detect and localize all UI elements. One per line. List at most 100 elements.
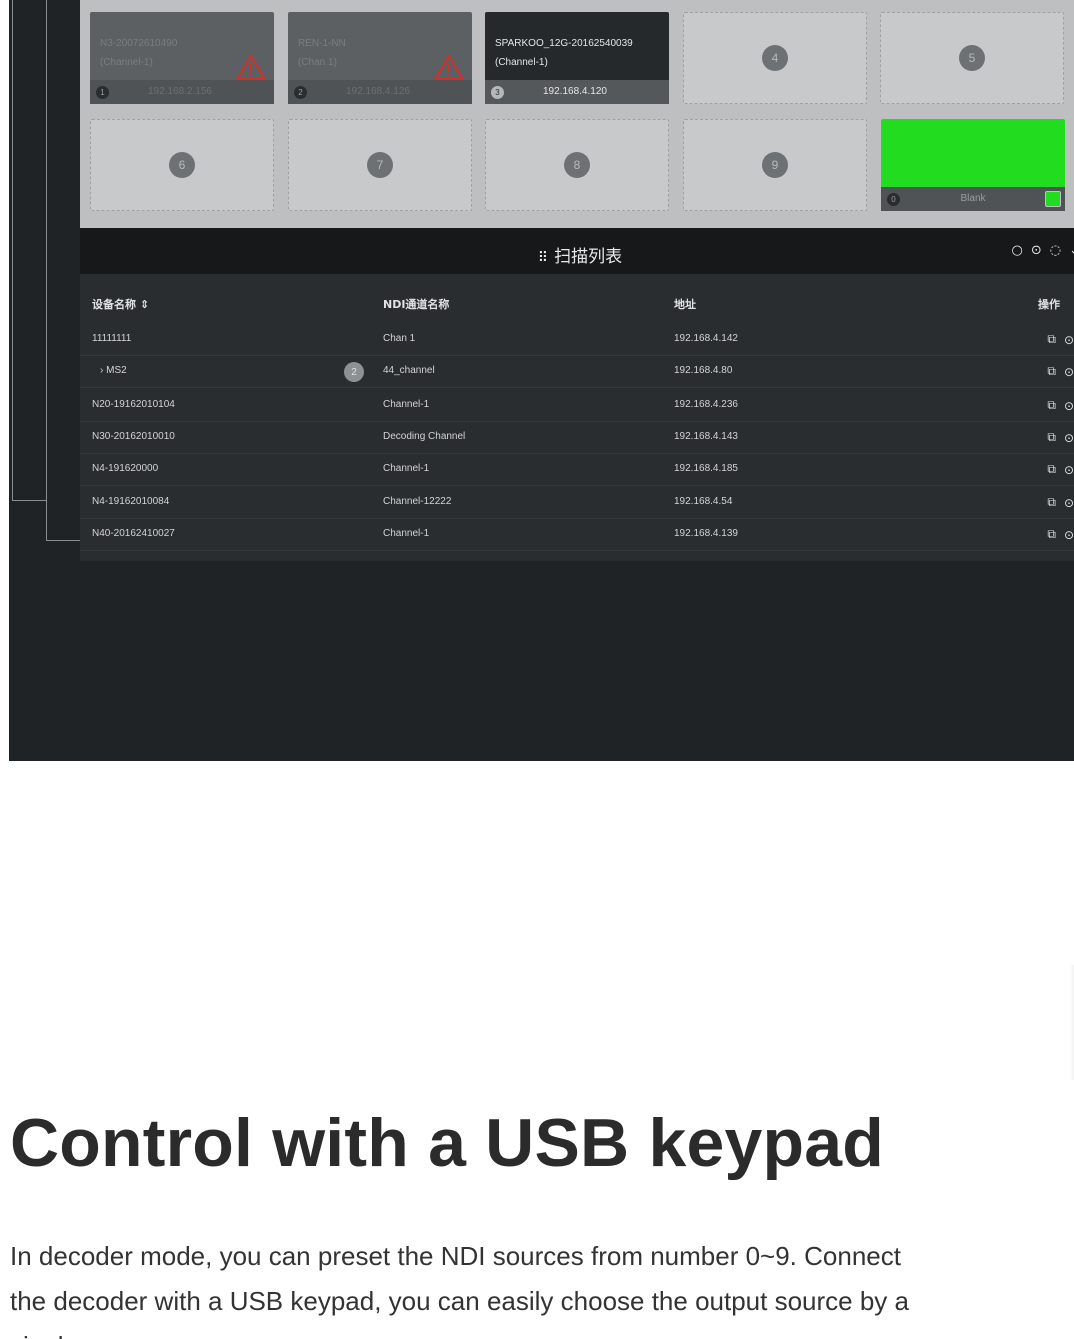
preset-tile-empty[interactable]: 9 <box>683 119 867 211</box>
target-icon[interactable]: ⊙ <box>1064 399 1074 413</box>
address: 192.168.4.185 <box>674 463 738 474</box>
scan-list-title-text: 扫描列表 <box>554 247 623 267</box>
count-badge: 2 <box>344 362 364 382</box>
address: 192.168.4.143 <box>674 431 738 442</box>
slot-badge: 2 <box>294 86 307 99</box>
preset-tile-empty[interactable]: 7 <box>288 119 472 211</box>
preset-grid: N3-20072610490 (Channel-1) 1 192.168.2.1… <box>80 0 1074 228</box>
link-icon[interactable]: ⧉ <box>1047 495 1056 510</box>
preset-tile-empty[interactable]: 8 <box>485 119 669 211</box>
search-icon[interactable]: ○ <box>1012 243 1023 258</box>
warning-icon <box>434 54 464 79</box>
target-icon[interactable]: ⊙ <box>1064 333 1074 347</box>
table-row[interactable]: 11111111 Chan 1 192.168.4.142 ⧉ ⊙ <box>80 324 1074 356</box>
source-name: N3-20072610490 <box>100 38 178 49</box>
slot-number: 5 <box>959 45 985 71</box>
ndi-channel: Decoding Channel <box>383 431 466 442</box>
ndi-channel: Channel-1 <box>383 399 430 410</box>
preset-tile-empty[interactable]: 6 <box>90 119 274 211</box>
list-icon: ⠿ <box>537 250 549 266</box>
tile-footer: 3 192.168.4.120 <box>485 80 669 104</box>
device-name: N4-191620000 <box>92 463 159 474</box>
section-heading: Control with a USB keypad <box>10 1105 884 1181</box>
address: 192.168.4.139 <box>674 528 738 539</box>
scan-list-header: ⠿ 扫描列表 ○ ⊙ ◌ ⌄ <box>80 228 1074 274</box>
scan-list-panel: ⠿ 扫描列表 ○ ⊙ ◌ ⌄ 设备名称 ⇕ NDI通道名称 地址 操作 11111… <box>80 228 1074 561</box>
source-ip: 192.168.2.156 <box>148 86 212 97</box>
table-row[interactable]: › MS2 2 44_channel 192.168.4.80 ⧉ ⊙ <box>80 356 1074 388</box>
tree-line <box>12 0 13 500</box>
source-name: SPARKOO_12G-20162540039 <box>495 38 633 49</box>
tile-footer: 2 192.168.4.126 <box>288 80 472 104</box>
refresh-icon[interactable]: ◌ <box>1050 243 1061 258</box>
device-name: N4-19162010084 <box>92 496 170 507</box>
target-icon[interactable]: ⊙ <box>1064 528 1074 542</box>
target-icon[interactable]: ⊙ <box>1064 496 1074 510</box>
slot-number: 7 <box>367 152 393 178</box>
slot-badge: 1 <box>96 86 109 99</box>
address: 192.168.4.80 <box>674 365 733 376</box>
device-name[interactable]: › MS2 <box>100 365 127 376</box>
ndi-channel: Chan 1 <box>383 333 416 344</box>
device-name: N20-19162010104 <box>92 399 175 410</box>
link-icon[interactable]: ⧉ <box>1047 398 1056 413</box>
source-ip: 192.168.4.120 <box>543 86 607 97</box>
source-name: REN-1-NN <box>298 38 346 49</box>
col-address: 地址 <box>674 298 696 311</box>
source-channel: (Chan 1) <box>298 57 337 68</box>
col-device-name[interactable]: 设备名称 ⇕ <box>92 296 149 312</box>
chevron-down-icon[interactable]: ⌄ <box>1069 243 1074 258</box>
source-channel: (Channel-1) <box>495 57 548 68</box>
ndi-channel: Channel-1 <box>383 463 430 474</box>
table-row[interactable]: N40-20162410027 Channel-1 192.168.4.139 … <box>80 519 1074 551</box>
table-row[interactable]: N30-20162010010 Decoding Channel 192.168… <box>80 422 1074 454</box>
slot-number: 9 <box>762 152 788 178</box>
link-icon[interactable]: ⧉ <box>1047 332 1056 347</box>
tile-footer: 1 192.168.2.156 <box>90 80 274 104</box>
preset-tile-empty[interactable]: 5 <box>880 12 1064 104</box>
col-ndi-channel: NDI通道名称 <box>383 298 450 311</box>
warning-icon <box>236 54 266 79</box>
tree-line <box>46 0 47 540</box>
table-row[interactable]: N20-19162010104 Channel-1 192.168.4.236 … <box>80 390 1074 422</box>
table-row[interactable]: N4-19162010084 Channel-12222 192.168.4.5… <box>80 487 1074 519</box>
tile-footer: 0 Blank <box>881 187 1065 211</box>
ndi-channel: 44_channel <box>383 365 435 376</box>
table-row[interactable]: N4-191620000 Channel-1 192.168.4.185 ⧉ ⊙ <box>80 454 1074 486</box>
preset-tile-3[interactable]: SPARKOO_12G-20162540039 (Channel-1) 3 19… <box>485 12 669 104</box>
edge-shadow <box>1070 965 1074 1080</box>
target-icon[interactable]: ⊙ <box>1064 431 1074 445</box>
device-name: N30-20162010010 <box>92 431 175 442</box>
target-icon[interactable]: ⊙ <box>1064 365 1074 379</box>
ndi-channel: Channel-1 <box>383 528 430 539</box>
address: 192.168.4.54 <box>674 496 733 507</box>
header-tools: ○ ⊙ ◌ ⌄ <box>1012 243 1074 258</box>
preset-tile-blank[interactable]: 0 Blank <box>881 119 1065 211</box>
col-operations: 操作 <box>1038 298 1060 311</box>
slot-number: 8 <box>564 152 590 178</box>
tree-line <box>46 540 80 541</box>
link-icon[interactable]: ⧉ <box>1047 527 1056 542</box>
preset-tile-1[interactable]: N3-20072610490 (Channel-1) 1 192.168.2.1… <box>90 12 274 104</box>
blank-label: Blank <box>960 193 986 204</box>
link-icon[interactable]: ⧉ <box>1047 430 1056 445</box>
device-name: N40-20162410027 <box>92 528 175 539</box>
scan-list-title: ⠿ 扫描列表 <box>80 242 1074 267</box>
slot-badge: 3 <box>491 86 504 99</box>
preset-tile-empty[interactable]: 4 <box>683 12 867 104</box>
selected-checkbox[interactable] <box>1045 191 1061 207</box>
column-headers: 设备名称 ⇕ NDI通道名称 地址 操作 <box>80 296 1074 316</box>
link-icon[interactable]: ⧉ <box>1047 364 1056 379</box>
source-ip: 192.168.4.126 <box>346 86 410 97</box>
target-icon[interactable]: ⊙ <box>1031 243 1042 258</box>
preset-tile-2[interactable]: REN-1-NN (Chan 1) 2 192.168.4.126 <box>288 12 472 104</box>
target-icon[interactable]: ⊙ <box>1064 463 1074 477</box>
tree-line <box>12 500 46 501</box>
product-screenshot: N3-20072610490 (Channel-1) 1 192.168.2.1… <box>9 0 1074 761</box>
address: 192.168.4.236 <box>674 399 738 410</box>
slot-number: 6 <box>169 152 195 178</box>
section-body: In decoder mode, you can preset the NDI … <box>10 1241 909 1339</box>
ndi-channel: Channel-12222 <box>383 496 452 507</box>
address: 192.168.4.142 <box>674 333 738 344</box>
link-icon[interactable]: ⧉ <box>1047 462 1056 477</box>
